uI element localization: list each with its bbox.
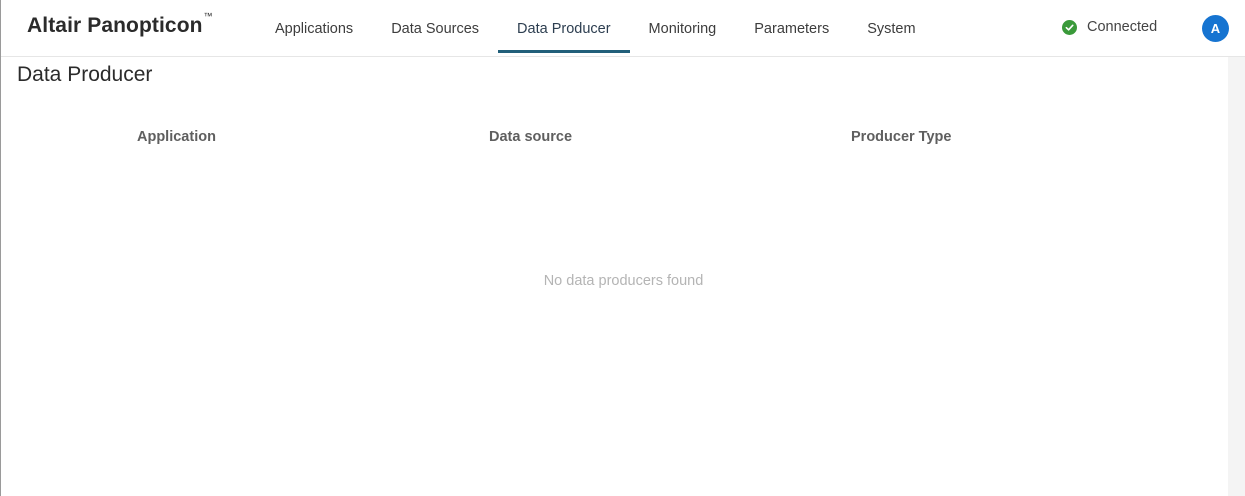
top-navigation-bar: Altair Panopticon™ Applications Data Sou…: [1, 0, 1245, 57]
main-nav: Applications Data Sources Data Producer …: [256, 0, 935, 57]
brand-name: Altair Panopticon: [27, 14, 203, 37]
nav-tab-system[interactable]: System: [848, 0, 934, 57]
column-header-producer-type[interactable]: Producer Type: [851, 129, 951, 145]
empty-state-message: No data producers found: [543, 273, 704, 289]
nav-tab-applications[interactable]: Applications: [256, 0, 372, 57]
page-title: Data Producer: [17, 63, 153, 86]
nav-tab-data-sources[interactable]: Data Sources: [372, 0, 498, 57]
column-header-data-source[interactable]: Data source: [489, 129, 572, 145]
trademark-mark: ™: [203, 11, 213, 21]
connection-status-label: Connected: [1087, 19, 1158, 35]
user-avatar[interactable]: A: [1202, 15, 1229, 42]
nav-tab-monitoring[interactable]: Monitoring: [630, 0, 736, 57]
nav-tab-parameters[interactable]: Parameters: [735, 0, 848, 57]
check-circle-icon: [1062, 19, 1077, 35]
nav-tab-data-producer[interactable]: Data Producer: [498, 0, 630, 57]
column-header-application[interactable]: Application: [137, 129, 216, 145]
app-frame: Altair Panopticon™ Applications Data Sou…: [0, 0, 1245, 496]
brand-logo[interactable]: Altair Panopticon™: [27, 11, 213, 38]
connection-status: Connected: [1062, 19, 1157, 35]
